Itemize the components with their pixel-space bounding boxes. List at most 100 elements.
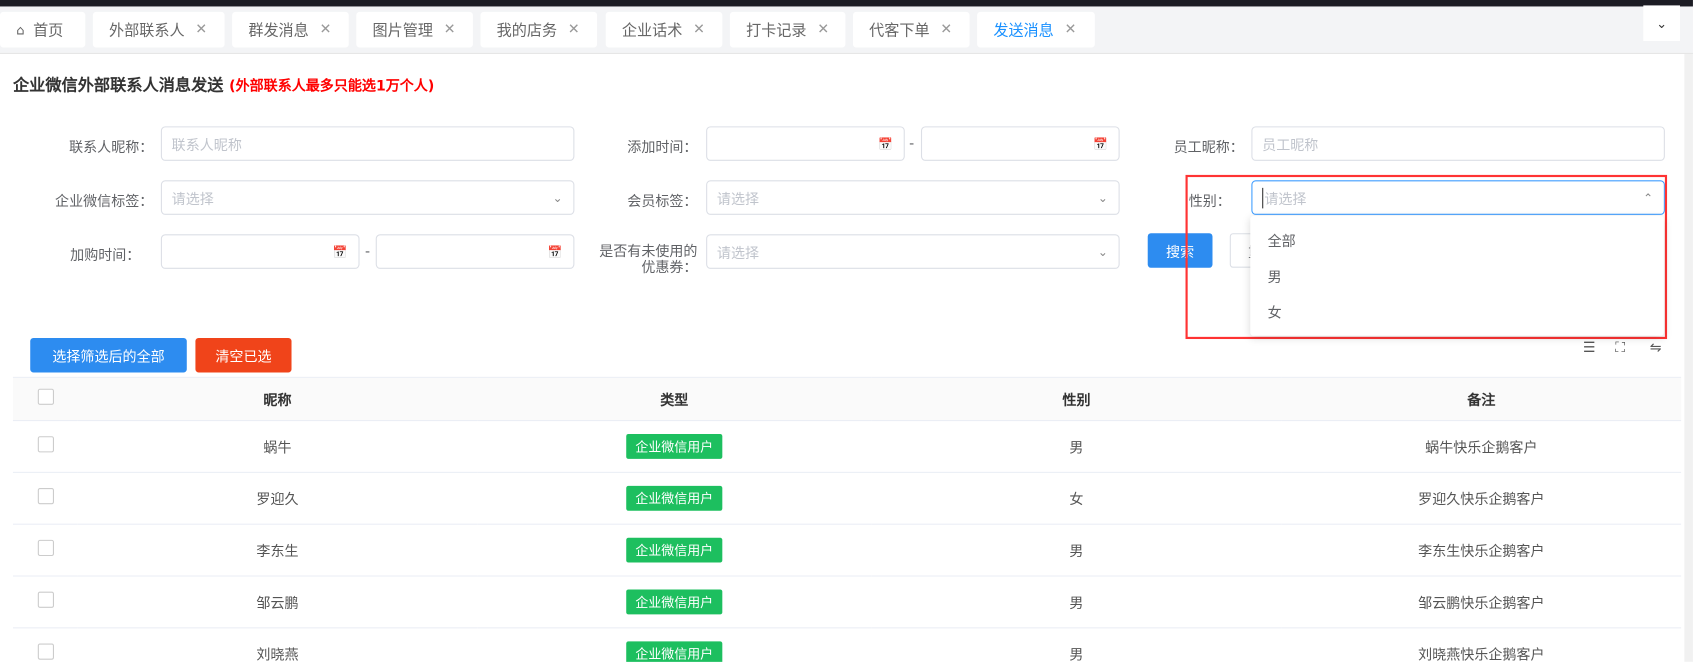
calendar-icon: 📅 [547, 244, 563, 259]
wecom-tag-label: 企业微信标签： [55, 194, 154, 211]
header-type: 类型 [477, 376, 872, 422]
placeholder: 请选择 [716, 245, 760, 262]
type-badge: 企业微信用户 [626, 589, 722, 615]
cell-note: 罗迎久快乐企鹅客户 [1281, 472, 1682, 525]
cell-gender: 男 [871, 576, 1282, 629]
contact-nick-input[interactable]: 联系人昵称 [160, 126, 575, 161]
column-settings-icon[interactable]: ⇋ [1650, 340, 1662, 356]
tab-7[interactable]: 代客下单 ✕ [852, 11, 970, 48]
close-icon[interactable]: ✕ [817, 22, 829, 38]
close-icon[interactable]: ✕ [940, 22, 952, 38]
placeholder: 请选择 [716, 191, 760, 208]
cell-nick: 邹云鹏 [77, 576, 478, 629]
coupon-select[interactable]: 请选择 ⌄ [706, 234, 1120, 269]
type-badge: 企业微信用户 [626, 537, 722, 563]
tab-label: 图片管理 [372, 22, 433, 40]
tab-6[interactable]: 打卡记录 ✕ [729, 11, 846, 48]
density-icon[interactable]: ☰ [1583, 340, 1596, 356]
row-checkbox[interactable] [37, 539, 54, 557]
table-header: 昵称 类型 性别 备注 [12, 376, 1682, 422]
cell-gender: 女 [871, 472, 1282, 525]
type-badge: 企业微信用户 [626, 434, 722, 459]
calendar-icon: 📅 [332, 244, 348, 259]
title-warning: (外部联系人最多只能选1万个人) [229, 78, 435, 96]
cell-note: 邹云鹏快乐企鹅客户 [1281, 576, 1682, 629]
placeholder: 请选择 [171, 191, 214, 208]
cell-gender: 男 [871, 627, 1282, 662]
tab-4[interactable]: 我的店务 ✕ [480, 11, 598, 48]
option-all[interactable]: 全部 [1250, 226, 1664, 261]
fullscreen-icon[interactable]: ⛶ [1615, 340, 1625, 356]
placeholder: 员工昵称 [1262, 137, 1319, 154]
home-icon: ⌂ [16, 22, 25, 38]
row-checkbox[interactable] [37, 643, 54, 660]
tab-label: 代客下单 [869, 22, 930, 40]
option-female[interactable]: 女 [1250, 297, 1664, 332]
row-checkbox[interactable] [37, 436, 54, 453]
table-row: 李东生 企业微信用户 男李东生快乐企鹅客户 [12, 524, 1682, 577]
tab-8[interactable]: 发送消息 ✕ [977, 11, 1095, 48]
option-male[interactable]: 男 [1250, 261, 1664, 296]
cell-nick: 李东生 [77, 524, 478, 577]
tab-label: 打卡记录 [746, 22, 807, 40]
calendar-icon: 📅 [1092, 136, 1108, 151]
header-gender: 性别 [871, 376, 1282, 422]
chevron-down-icon: ⌄ [1097, 190, 1108, 205]
cell-gender: 男 [871, 420, 1282, 473]
scrollbar[interactable] [1684, 53, 1693, 662]
coupon-label-line1: 是否有未使用的 [599, 244, 698, 261]
tab-0[interactable]: ⌂ 首页 [0, 11, 86, 48]
row-checkbox[interactable] [37, 488, 54, 505]
staff-nick-input[interactable]: 员工昵称 [1251, 126, 1665, 161]
coupon-label: 是否有未使用的 优惠券： [579, 244, 698, 276]
row-checkbox[interactable] [37, 591, 54, 608]
cell-note: 刘晓燕快乐企鹅客户 [1281, 627, 1682, 662]
chevron-down-icon: ⌄ [1097, 244, 1108, 259]
staff-nick-label: 员工昵称： [1173, 140, 1244, 157]
add-time-end[interactable]: 📅 [920, 126, 1120, 161]
tab-2[interactable]: 群发消息 ✕ [232, 11, 349, 48]
close-icon[interactable]: ✕ [320, 22, 332, 38]
tab-label: 群发消息 [248, 22, 309, 40]
table-row: 罗迎久 企业微信用户 女罗迎久快乐企鹅客户 [12, 472, 1682, 525]
page-title: 企业微信外部联系人消息发送 (外部联系人最多只能选1万个人) [13, 73, 434, 96]
cell-note: 李东生快乐企鹅客户 [1281, 524, 1682, 577]
select-all-filtered-button[interactable]: 选择筛选后的全部 [30, 337, 187, 373]
close-icon[interactable]: ✕ [568, 22, 580, 38]
cell-nick: 蜗牛 [77, 420, 478, 473]
table-row: 刘晓燕 企业微信用户 男刘晓燕快乐企鹅客户 [12, 627, 1682, 662]
table-row: 邹云鹏 企业微信用户 男邹云鹏快乐企鹅客户 [12, 576, 1682, 629]
cell-nick: 罗迎久 [77, 472, 478, 525]
close-icon[interactable]: ✕ [444, 22, 456, 38]
add-time-start[interactable]: 📅 [706, 126, 905, 161]
close-icon[interactable]: ✕ [693, 22, 705, 38]
contact-nick-label: 联系人昵称： [69, 140, 154, 157]
cell-gender: 男 [871, 524, 1282, 577]
tabs-more-button[interactable]: ⌄ [1643, 5, 1681, 42]
header-note: 备注 [1281, 376, 1682, 422]
select-all-checkbox[interactable] [37, 388, 54, 405]
member-tag-select[interactable]: 请选择 ⌄ [706, 180, 1120, 215]
tab-1[interactable]: 外部联系人 ✕ [92, 11, 225, 48]
cart-time-label: 加购时间： [70, 248, 141, 265]
dash: - [909, 136, 915, 153]
tab-label: 企业话术 [621, 22, 683, 40]
gender-dropdown: 全部 男 女 [1250, 215, 1664, 336]
header-nick: 昵称 [77, 376, 478, 422]
placeholder: 联系人昵称 [171, 137, 242, 154]
wecom-tag-select[interactable]: 请选择 ⌄ [160, 180, 575, 215]
cell-nick: 刘晓燕 [77, 627, 478, 662]
close-icon[interactable]: ✕ [195, 22, 207, 38]
clear-selected-button[interactable]: 清空已选 [195, 337, 292, 373]
tab-5[interactable]: 企业话术 ✕ [605, 11, 723, 48]
add-time-label: 添加时间： [627, 140, 698, 157]
tab-3[interactable]: 图片管理 ✕ [356, 11, 473, 48]
tab-label: 发送消息 [993, 22, 1054, 40]
tab-bar: ⌂ 首页 外部联系人 ✕ 群发消息 ✕ 图片管理 ✕ 我的店务 ✕ 企业话术 ✕ 打卡记录 ✕ 代客下单 ✕ 发… [0, 6, 1693, 54]
tab-label: 首页 [33, 22, 64, 40]
cart-time-start[interactable]: 📅 [160, 234, 360, 269]
tab-label: 我的店务 [496, 22, 558, 40]
close-icon[interactable]: ✕ [1065, 22, 1077, 38]
member-tag-label: 会员标签： [627, 194, 698, 211]
cart-time-end[interactable]: 📅 [375, 234, 575, 269]
